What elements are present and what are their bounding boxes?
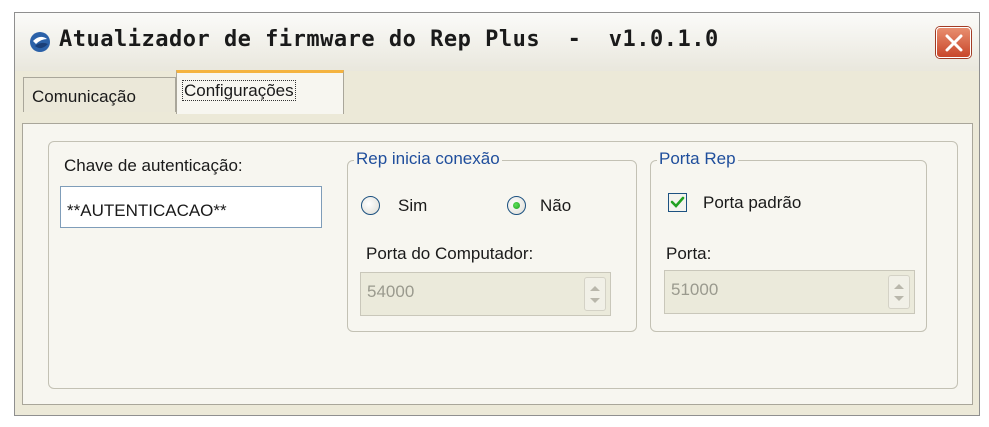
default-port-checkbox-box[interactable]	[668, 193, 687, 212]
computer-port-label: Porta do Computador:	[366, 244, 534, 263]
spinner-down-icon[interactable]	[894, 296, 904, 301]
computer-port-value: 54000	[367, 282, 415, 301]
rep-port-value: 51000	[671, 280, 719, 299]
computer-port-spinbox[interactable]: 54000	[360, 272, 611, 316]
title-bar[interactable]: Atualizador de firmware do Rep Plus - v1…	[15, 13, 979, 71]
radio-nao-label: Não	[540, 196, 572, 215]
auth-key-label: Chave de autenticação:	[64, 156, 243, 175]
app-logo-icon	[30, 32, 50, 52]
spinner-up-icon[interactable]	[590, 286, 600, 291]
rep-port-spinner-buttons[interactable]	[888, 275, 910, 309]
spinner-up-icon[interactable]	[894, 284, 904, 289]
rep-port-label: Porta:	[666, 244, 712, 263]
default-port-label: Porta padrão	[703, 193, 802, 212]
auth-key-input[interactable]	[60, 186, 322, 228]
rep-connection-legend: Rep inicia conexão	[354, 149, 502, 169]
radio-selected-dot	[513, 202, 520, 209]
radio-nao-circle[interactable]	[507, 196, 526, 215]
tab-comunicacao[interactable]: Comunicação	[23, 77, 176, 112]
tab-comunicacao-label: Comunicação	[32, 87, 136, 106]
radio-sim-circle[interactable]	[361, 196, 380, 215]
radio-sim-label: Sim	[398, 196, 428, 215]
rep-port-spinbox[interactable]: 51000	[664, 270, 915, 314]
window-title: Atualizador de firmware do Rep Plus - v1…	[59, 27, 719, 52]
tab-configuracoes[interactable]: Configurações	[176, 70, 344, 114]
computer-port-spinner-buttons[interactable]	[584, 277, 606, 311]
rep-port-legend: Porta Rep	[657, 149, 738, 169]
check-icon	[670, 196, 685, 208]
tab-configuracoes-label: Configurações	[182, 80, 296, 101]
close-button[interactable]	[936, 27, 971, 58]
close-icon	[945, 34, 963, 52]
spinner-down-icon[interactable]	[590, 298, 600, 303]
